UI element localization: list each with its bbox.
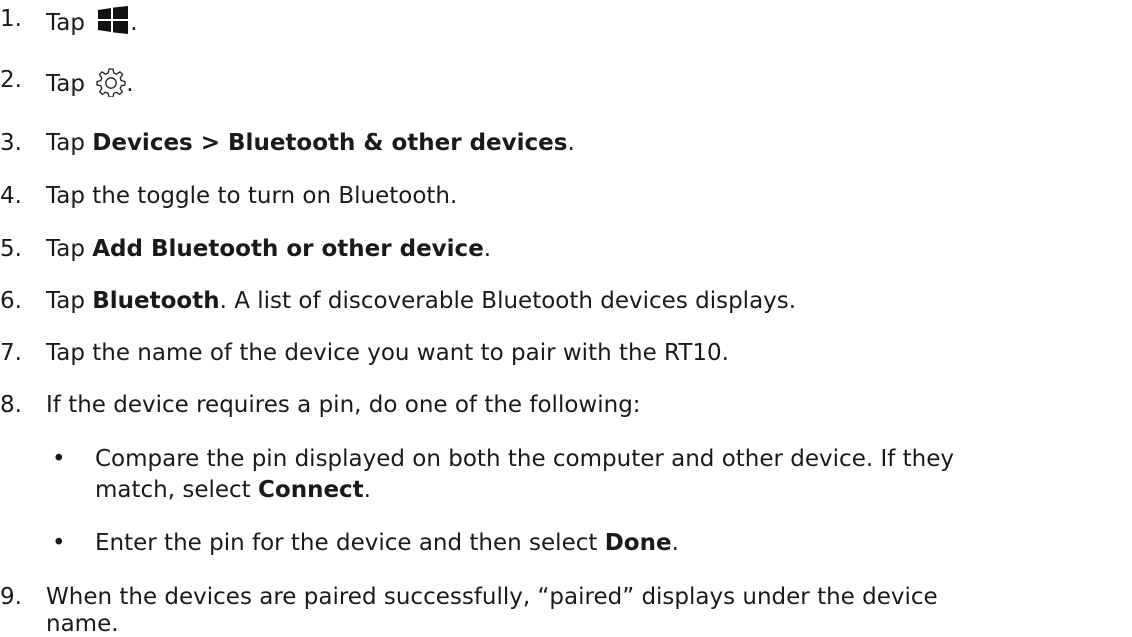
- bullet-text-pre: Enter the pin for the device and then se…: [95, 530, 605, 556]
- step-text: Tap Bluetooth. A list of discoverable Bl…: [46, 288, 796, 314]
- step-number: 2.: [0, 67, 22, 93]
- step-number: 7.: [0, 340, 22, 366]
- step-text-pre: Tap: [46, 288, 93, 314]
- step-number: 9.: [0, 584, 22, 610]
- step-text: Tap Add Bluetooth or other device.: [46, 236, 491, 262]
- ui-label: Add Bluetooth or other device: [92, 236, 484, 262]
- step-text-line-2: name.: [46, 611, 119, 637]
- step-text-post: .: [130, 10, 138, 36]
- bullet-text-line-2: match, select Connect.: [95, 477, 371, 503]
- step-number: 5.: [0, 236, 22, 262]
- bullet-text-line-1: Compare the pin displayed on both the co…: [95, 446, 955, 472]
- step-text-pre: Tap: [46, 71, 85, 97]
- connect-label: Connect: [258, 477, 364, 503]
- step-number: 6.: [0, 288, 22, 314]
- step-text-pre: Tap: [46, 130, 93, 156]
- done-label: Done: [604, 530, 672, 556]
- step-number: 4.: [0, 183, 22, 209]
- bullet-glyph: •: [52, 530, 66, 556]
- step-text-pre: Tap: [46, 10, 85, 36]
- bullet-text-post: .: [363, 477, 371, 503]
- step-number: 8.: [0, 392, 22, 418]
- step-text-post: .: [483, 236, 492, 262]
- bullet-glyph: •: [52, 446, 66, 472]
- step-text: Tap the toggle to turn on Bluetooth.: [46, 183, 458, 209]
- step-text-pre: Tap: [46, 236, 93, 262]
- settings-gear-icon: [96, 68, 126, 97]
- step-text-line-1: When the devices are paired successfully…: [46, 584, 938, 610]
- step-number: 3.: [0, 130, 22, 156]
- ui-label: Bluetooth: [92, 288, 220, 314]
- bullet-text: Enter the pin for the device and then se…: [95, 530, 679, 556]
- step-text: Tap .: [46, 67, 134, 97]
- bullet-text-post: .: [671, 530, 679, 556]
- step-text: Tap .: [46, 6, 138, 36]
- step-text-post: .: [126, 71, 134, 97]
- step-number: 1.: [0, 6, 22, 32]
- bullet-text-pre: match, select: [95, 477, 259, 503]
- step-text: Tap the name of the device you want to p…: [46, 340, 729, 366]
- step-text: If the device requires a pin, do one of …: [46, 392, 641, 418]
- step-text-post: . A list of discoverable Bluetooth devic…: [219, 288, 797, 314]
- step-text-post: .: [567, 130, 575, 156]
- step-text: Tap Devices > Bluetooth & other devices.: [46, 130, 575, 156]
- windows-start-icon: [98, 6, 129, 34]
- ui-path-label: Devices > Bluetooth & other devices: [92, 130, 568, 156]
